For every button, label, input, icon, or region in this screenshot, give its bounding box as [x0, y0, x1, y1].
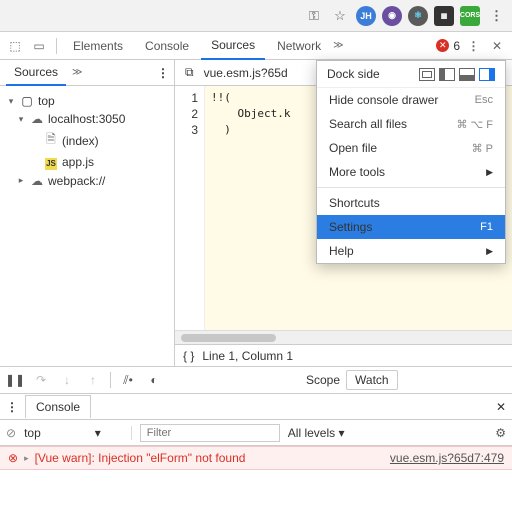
pause-icon[interactable]: ❚❚ [6, 371, 24, 389]
open-file-tab[interactable]: vue.esm.js?65d [204, 66, 288, 80]
pause-exceptions-icon[interactable]: ◐ [145, 371, 163, 389]
cursor-status: Line 1, Column 1 [202, 349, 293, 363]
navigator-menu-icon[interactable]: ⋮ [157, 66, 168, 80]
tab-console[interactable]: Console [135, 32, 199, 60]
tree-appjs[interactable]: JSapp.js [4, 153, 170, 172]
extension-react[interactable]: ⚛ [408, 6, 428, 26]
levels-selector[interactable]: All levels ▾ [288, 426, 345, 440]
divider [56, 38, 57, 54]
tree-top[interactable]: ▾▢top [4, 92, 170, 110]
context-selector[interactable]: top▾ [24, 426, 132, 440]
close-devtools-icon[interactable]: ✕ [486, 35, 508, 57]
error-dot-icon: ✕ [436, 39, 449, 52]
dock-side-label: Dock side [327, 67, 380, 81]
menu-help[interactable]: Help▶ [317, 239, 505, 263]
error-count[interactable]: ✕ 6 [436, 39, 460, 53]
watch-tab[interactable]: Watch [346, 370, 398, 390]
step-into-icon[interactable]: ↓ [58, 371, 76, 389]
tab-elements[interactable]: Elements [63, 32, 133, 60]
dock-undock-icon[interactable] [419, 68, 435, 81]
menu-search-all[interactable]: Search all files⌘ ⌥ F [317, 112, 505, 136]
menu-hide-console[interactable]: Hide console drawerEsc [317, 88, 505, 112]
extension-icon[interactable]: ◉ [382, 6, 402, 26]
scope-tab[interactable]: Scope [306, 373, 340, 387]
close-drawer-icon[interactable]: ✕ [496, 400, 506, 414]
console-message[interactable]: ⊗ ▸ [Vue warn]: Injection "elForm" not f… [0, 446, 512, 470]
error-icon: ⊗ [8, 451, 18, 465]
tab-sources[interactable]: Sources [201, 32, 265, 60]
console-settings-icon[interactable]: ⚙ [495, 426, 506, 440]
dock-left-icon[interactable] [439, 68, 455, 81]
error-count-number: 6 [453, 39, 460, 53]
filter-input[interactable] [140, 424, 280, 442]
device-toggle-icon[interactable]: ▭ [28, 35, 50, 57]
tab-network[interactable]: Network [267, 32, 331, 60]
menu-separator [317, 187, 505, 188]
more-tabs-icon[interactable]: ≫ [333, 40, 343, 51]
deactivate-breakpoints-icon[interactable]: ⫽• [119, 371, 137, 389]
inspect-icon[interactable]: ⬚ [4, 35, 26, 57]
dock-right-icon[interactable] [479, 68, 495, 81]
sources-panel-tab[interactable]: Sources [6, 60, 66, 86]
line-gutter: 123 [175, 86, 205, 330]
chrome-menu-icon[interactable]: ⋮ [486, 6, 506, 26]
divider [110, 372, 111, 388]
tree-index[interactable]: 🗎(index) [4, 128, 170, 153]
console-message-text: [Vue warn]: Injection "elForm" not found [35, 451, 246, 465]
extension-qr[interactable]: ▦ [434, 6, 454, 26]
braces-icon[interactable]: { } [183, 349, 194, 363]
key-icon: ⚿ [304, 6, 324, 26]
file-tab-icon[interactable]: ⧉ [181, 65, 198, 80]
extension-cors[interactable]: CORS [460, 6, 480, 26]
console-message-link[interactable]: vue.esm.js?65d7:479 [390, 451, 504, 465]
devtools-dropdown-menu: Dock side Hide console drawerEsc Search … [316, 60, 506, 264]
step-out-icon[interactable]: ↑ [84, 371, 102, 389]
menu-open-file[interactable]: Open file⌘ P [317, 136, 505, 160]
star-icon[interactable]: ☆ [330, 6, 350, 26]
clear-console-icon[interactable]: ⊘ [6, 426, 16, 440]
expand-icon[interactable]: ▸ [24, 453, 29, 464]
drawer-console-tab[interactable]: Console [25, 395, 91, 418]
horizontal-scrollbar[interactable] [175, 330, 512, 344]
tree-host[interactable]: ▾☁localhost:3050 [4, 110, 170, 128]
more-panels-icon[interactable]: ≫ [72, 67, 82, 78]
menu-shortcuts[interactable]: Shortcuts [317, 191, 505, 215]
menu-more-tools[interactable]: More tools▶ [317, 160, 505, 184]
extension-jh[interactable]: JH [356, 6, 376, 26]
file-tree: ▾▢top ▾☁localhost:3050 🗎(index) JSapp.js… [0, 86, 175, 366]
tree-webpack[interactable]: ▸☁webpack:// [4, 172, 170, 190]
menu-settings[interactable]: SettingsF1 [317, 215, 505, 239]
drawer-menu-icon[interactable]: ⋮ [6, 400, 17, 414]
dock-bottom-icon[interactable] [459, 68, 475, 81]
step-over-icon[interactable]: ↷ [32, 371, 50, 389]
devtools-menu-icon[interactable]: ⋮ [462, 35, 484, 57]
